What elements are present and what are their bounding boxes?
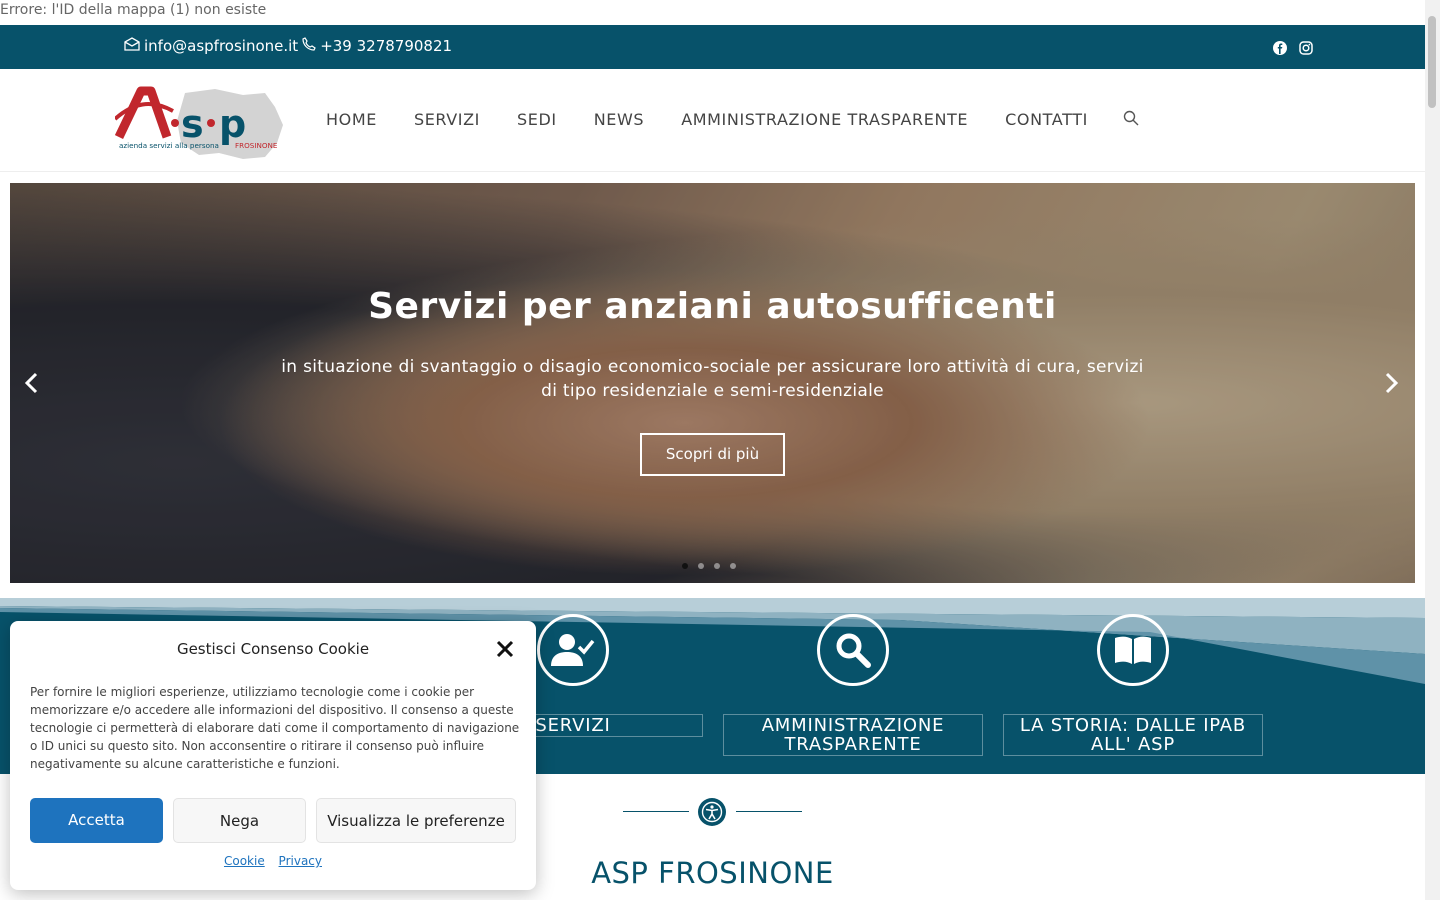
slider-dot[interactable] <box>730 563 736 569</box>
map-error-message: Errore: l'ID della mappa (1) non esiste <box>0 2 267 18</box>
hero-text: in situazione di svantaggio o disagio ec… <box>281 357 1144 401</box>
slider-dots <box>682 563 736 569</box>
svg-text:p: p <box>219 102 246 146</box>
search-icon <box>817 614 889 686</box>
hero-title: Servizi per anziani autosufficenti <box>368 286 1057 327</box>
page-scrollbar[interactable] <box>1425 0 1440 900</box>
cookie-title: Gestisci Consenso Cookie <box>176 640 370 658</box>
cookie-consent-dialog: Gestisci Consenso Cookie Per fornire le … <box>10 621 536 890</box>
feature-storia-label[interactable]: LA STORIA: DALLE IPAB ALL' ASP <box>1003 714 1263 756</box>
top-contact-bar: info@aspfrosinone.it +39 3278790821 <box>0 25 1425 69</box>
feature-amministrazione-label[interactable]: AMMINISTRAZIONE TRASPARENTE <box>723 714 983 756</box>
scrollbar-thumb[interactable] <box>1428 16 1436 108</box>
site-header: s p azienda servizi alla persona FROSINO… <box>0 69 1425 172</box>
svg-text:azienda servizi alla persona: azienda servizi alla persona <box>119 141 219 150</box>
feature-storia[interactable]: LA STORIA: DALLE IPAB ALL' ASP <box>1003 614 1263 756</box>
hero-discover-button[interactable]: Scopri di più <box>640 433 785 476</box>
slider-dot[interactable] <box>698 563 704 569</box>
instagram-icon[interactable] <box>1299 40 1313 59</box>
privacy-policy-link[interactable]: Privacy <box>279 854 322 868</box>
book-icon <box>1097 614 1169 686</box>
svg-text:FROSINONE: FROSINONE <box>235 141 278 150</box>
user-check-icon <box>537 614 609 686</box>
nav-servizi[interactable]: SERVIZI <box>414 110 480 130</box>
phone-icon <box>302 37 316 55</box>
feature-amministrazione[interactable]: AMMINISTRAZIONE TRASPARENTE <box>723 614 983 756</box>
slider-dot[interactable] <box>682 563 688 569</box>
slider-next-icon[interactable] <box>1385 371 1399 401</box>
email-link[interactable]: info@aspfrosinone.it <box>144 37 298 55</box>
slider-dot[interactable] <box>714 563 720 569</box>
nav-amministrazione-trasparente[interactable]: AMMINISTRAZIONE TRASPARENTE <box>681 110 968 130</box>
cookie-policy-link[interactable]: Cookie <box>224 854 265 868</box>
nav-contatti[interactable]: CONTATTI <box>1005 110 1088 130</box>
nav-sedi[interactable]: SEDI <box>517 110 557 130</box>
divider-line-left <box>623 811 689 812</box>
accessibility-icon[interactable] <box>698 798 726 826</box>
nav-news[interactable]: NEWS <box>594 110 644 130</box>
nav-home[interactable]: HOME <box>326 110 377 130</box>
search-icon[interactable] <box>1123 110 1139 130</box>
accept-button[interactable]: Accetta <box>30 798 163 843</box>
close-icon[interactable] <box>496 639 514 664</box>
cookie-text: Per fornire le migliori esperienze, util… <box>30 685 520 771</box>
main-nav: HOME SERVIZI SEDI NEWS AMMINISTRAZIONE T… <box>326 110 1176 130</box>
hero-slider: Servizi per anziani autosufficenti in si… <box>10 183 1415 583</box>
facebook-icon[interactable] <box>1273 40 1287 59</box>
deny-button[interactable]: Nega <box>173 798 306 843</box>
phone-link[interactable]: +39 3278790821 <box>320 37 452 55</box>
divider-line-right <box>736 811 802 812</box>
slider-prev-icon[interactable] <box>24 371 38 401</box>
svg-text:s: s <box>181 102 204 146</box>
email-icon <box>124 37 140 55</box>
view-preferences-button[interactable]: Visualizza le preferenze <box>316 798 516 843</box>
asp-logo[interactable]: s p azienda servizi alla persona FROSINO… <box>113 81 285 161</box>
